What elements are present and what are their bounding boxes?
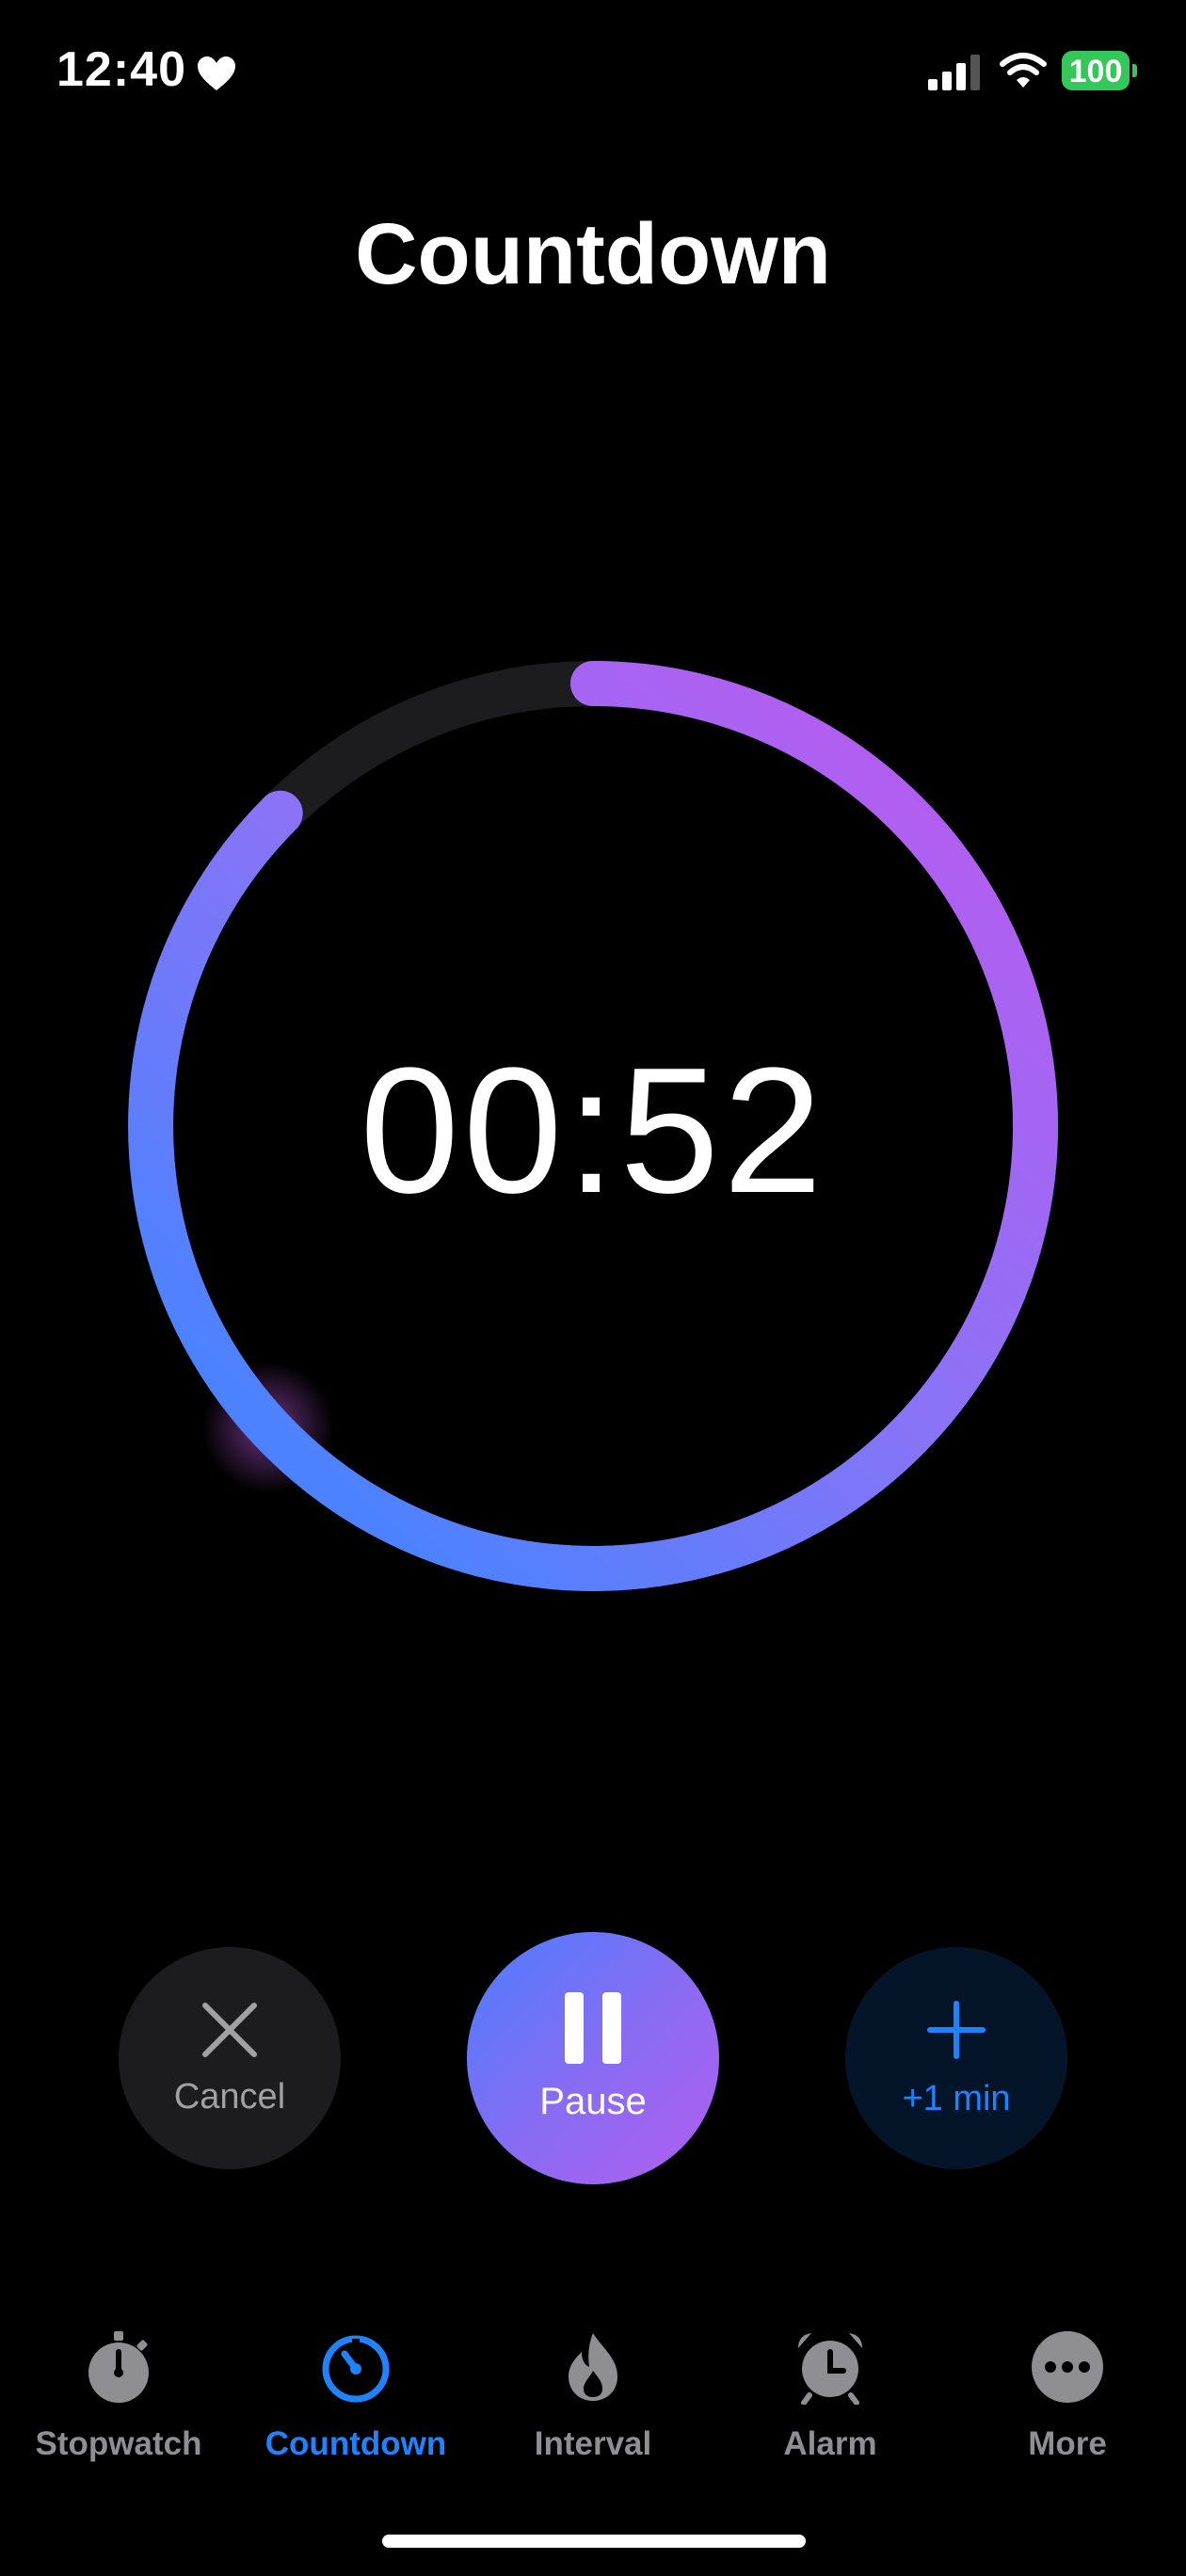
plus-icon xyxy=(927,2001,986,2059)
heart-icon xyxy=(198,56,235,90)
flame-icon xyxy=(569,2333,617,2401)
wifi-icon xyxy=(1000,53,1047,88)
tab-more[interactable]: More xyxy=(949,2316,1186,2476)
status-time: 12:40 xyxy=(56,42,186,97)
alarm-clock-icon xyxy=(798,2333,862,2405)
add-one-minute-label: +1 min xyxy=(902,2079,1011,2118)
tab-bar: Stopwatch Countdown Interval Alarm More xyxy=(0,2316,1186,2476)
pause-button[interactable]: Pause xyxy=(467,1932,719,2184)
pause-label: Pause xyxy=(539,2081,647,2122)
status-bar: 12:40 100 xyxy=(0,0,1186,141)
battery-tip xyxy=(1132,64,1137,77)
tab-interval[interactable]: Interval xyxy=(474,2316,712,2476)
tab-alarm[interactable]: Alarm xyxy=(712,2316,949,2476)
page-title: Countdown xyxy=(355,206,831,302)
tab-label: Stopwatch xyxy=(35,2425,202,2462)
tab-countdown[interactable]: Countdown xyxy=(237,2316,474,2476)
cancel-button[interactable]: Cancel xyxy=(119,1947,341,2169)
stopwatch-icon xyxy=(88,2331,149,2403)
more-icon xyxy=(1032,2331,1103,2403)
battery-indicator: 100 xyxy=(1062,51,1137,90)
add-one-minute-button[interactable]: +1 min xyxy=(845,1947,1067,2169)
tab-label: Alarm xyxy=(783,2425,877,2462)
pause-icon xyxy=(565,1992,621,2064)
tab-label: Interval xyxy=(534,2425,652,2462)
battery-level: 100 xyxy=(1068,54,1123,89)
tab-stopwatch[interactable]: Stopwatch xyxy=(0,2316,237,2476)
close-icon xyxy=(202,2003,257,2057)
countdown-time-display: 00:52 xyxy=(360,1031,826,1231)
cellular-signal-icon xyxy=(928,55,980,90)
home-indicator xyxy=(382,2535,806,2548)
cancel-label: Cancel xyxy=(173,2077,286,2117)
countdown-icon xyxy=(322,2335,390,2403)
tab-label: More xyxy=(1028,2425,1107,2462)
tab-label: Countdown xyxy=(264,2425,447,2462)
